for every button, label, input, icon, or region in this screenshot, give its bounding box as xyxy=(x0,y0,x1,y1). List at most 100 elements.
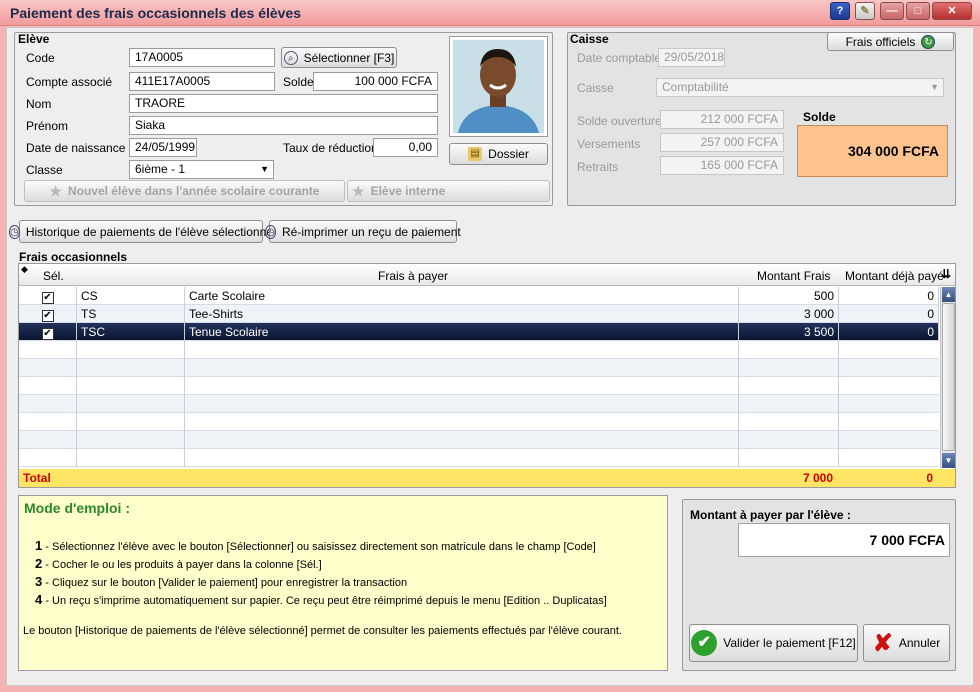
code-input[interactable]: 17A0005 xyxy=(129,48,275,67)
empty-row xyxy=(19,449,939,467)
naissance-label: Date de naissance xyxy=(26,141,126,155)
row-paye: 0 xyxy=(839,287,939,305)
row-checkbox[interactable]: ✔ xyxy=(41,328,54,340)
frais-officiels-button-label: Frais officiels xyxy=(845,34,916,49)
solde-display: 304 000 FCFA xyxy=(797,125,948,177)
versements-input: 257 000 FCFA xyxy=(660,133,784,152)
student-photo-image xyxy=(453,40,544,133)
total-montant: 7 000 xyxy=(802,471,833,485)
solde-input: 100 000 FCFA xyxy=(313,72,438,91)
grid-header: ◆ Sél. Frais à payer Montant Frais Monta… xyxy=(19,264,955,286)
taux-label: Taux de réduction xyxy=(283,141,378,155)
maximize-button[interactable]: □ xyxy=(906,2,930,20)
caisse-label: Caisse xyxy=(577,81,614,95)
nouvel-eleve-button-label: Nouvel élève dans l'année scolaire coura… xyxy=(67,184,320,198)
retraits-input: 165 000 FCFA xyxy=(660,156,784,175)
retraits-label: Retraits xyxy=(577,160,619,174)
reimprimer-button[interactable]: ◷ Ré-imprimer un reçu de paiement xyxy=(265,220,461,243)
valider-button[interactable]: ✔ Valider le paiement [F12] xyxy=(689,624,858,662)
solde-ouverture-label: Solde ouverture xyxy=(577,114,662,128)
star-icon: ★ xyxy=(352,182,365,199)
select-button-label: Sélectionner [F3] xyxy=(303,50,395,65)
solde-ouverture-input: 212 000 FCFA xyxy=(660,110,784,129)
frais-officiels-button[interactable]: Frais officiels ↻ xyxy=(827,32,954,51)
code-label: Code xyxy=(26,51,55,65)
historique-button-label: Historique de paiements de l'élève sélec… xyxy=(25,224,273,239)
caisse-value: Comptabilité xyxy=(662,80,729,94)
historique-button[interactable]: ◷ Historique de paiements de l'élève sél… xyxy=(9,220,273,243)
table-row-selected[interactable]: ✔ TSC Tenue Scolaire 3 500 0 xyxy=(19,323,939,341)
frais-section-title: Frais occasionnels xyxy=(19,250,128,264)
date-comptable-input: 29/05/2018 xyxy=(658,48,725,67)
classe-value: 6ième - 1 xyxy=(135,162,186,176)
history-icon: ◷ xyxy=(9,224,20,239)
scroll-thumb[interactable] xyxy=(942,303,955,451)
col-paye[interactable]: Montant déjà payé xyxy=(845,269,944,283)
caisse-group-title: Caisse xyxy=(570,32,609,46)
nom-label: Nom xyxy=(26,97,52,111)
col-frais[interactable]: Frais à payer xyxy=(378,269,448,283)
row-label: Tenue Scolaire xyxy=(185,323,739,341)
caisse-select: Comptabilité ▼ xyxy=(656,78,944,97)
grid-scrollbar[interactable]: ▲ ▼ xyxy=(940,287,955,468)
total-label: Total xyxy=(23,471,51,485)
taux-input[interactable]: 0,00 xyxy=(373,138,438,157)
versements-label: Versements xyxy=(577,137,641,151)
row-checkbox[interactable]: ✔ xyxy=(41,292,54,304)
student-photo xyxy=(449,36,548,137)
chevron-down-icon: ▼ xyxy=(930,82,939,92)
dossier-button[interactable]: ▤ Dossier xyxy=(449,143,548,165)
row-paye: 0 xyxy=(839,323,939,341)
scroll-up-icon[interactable]: ▲ xyxy=(942,287,955,302)
row-montant: 3 500 xyxy=(739,323,839,341)
annuler-button[interactable]: ✘ Annuler xyxy=(863,624,950,662)
help-footer: Le bouton [Historique de paiements de l'… xyxy=(23,625,622,637)
classe-select[interactable]: 6ième - 1 ▼ xyxy=(129,160,274,179)
eleve-interne-button[interactable]: ★ Elève interne xyxy=(347,180,550,202)
row-label: Carte Scolaire xyxy=(185,287,739,305)
print-icon: ◷ xyxy=(265,224,276,239)
row-paye: 0 xyxy=(839,305,939,323)
table-row[interactable]: ✔ TS Tee-Shirts 3 000 0 xyxy=(19,305,939,323)
table-row[interactable]: ✔ CS Carte Scolaire 500 0 xyxy=(19,287,939,305)
col-montant[interactable]: Montant Frais xyxy=(757,269,830,283)
row-code: TSC xyxy=(77,323,185,341)
montant-display: 7 000 FCFA xyxy=(738,523,950,557)
minimize-button[interactable]: — xyxy=(880,2,904,20)
dossier-button-label: Dossier xyxy=(488,147,529,161)
brush-icon[interactable]: ✎ xyxy=(855,2,875,20)
nom-input[interactable]: TRAORE xyxy=(129,94,438,113)
empty-row xyxy=(19,395,939,413)
empty-row xyxy=(19,359,939,377)
refresh-icon: ↻ xyxy=(921,34,936,49)
close-button[interactable]: ✕ xyxy=(932,2,972,20)
eleve-interne-button-label: Elève interne xyxy=(370,184,446,198)
col-sel[interactable]: Sél. xyxy=(43,269,64,283)
row-checkbox[interactable]: ✔ xyxy=(41,310,54,322)
valider-button-label: Valider le paiement [F12] xyxy=(723,636,856,650)
annuler-button-label: Annuler xyxy=(898,636,941,650)
nouvel-eleve-button[interactable]: ★ Nouvel élève dans l'année scolaire cou… xyxy=(24,180,345,202)
row-code: CS xyxy=(77,287,185,305)
row-montant: 3 000 xyxy=(739,305,839,323)
help-step: 2 - Cocher le ou les produits à payer da… xyxy=(35,556,322,571)
paiement-panel: Montant à payer par l'élève : 7 000 FCFA… xyxy=(682,499,956,671)
total-row: Total 7 000 0 xyxy=(19,469,955,487)
scroll-down-icon[interactable]: ▼ xyxy=(942,453,955,468)
cross-icon: ✘ xyxy=(872,629,893,657)
help-panel: Mode d'emploi : 1 - Sélectionnez l'élève… xyxy=(18,495,668,671)
chevron-down-icon: ▼ xyxy=(260,164,269,174)
compte-label: Compte associé xyxy=(26,75,113,89)
naissance-input[interactable]: 24/05/1999 xyxy=(129,138,197,157)
expand-columns-icon[interactable]: ⇊ xyxy=(941,267,951,281)
window-title: Paiement des frais occasionnels des élèv… xyxy=(10,5,302,21)
help-icon[interactable]: ? xyxy=(830,2,850,20)
prenom-input[interactable]: Siaka xyxy=(129,116,438,135)
select-button[interactable]: ⌕ Sélectionner [F3] xyxy=(281,47,397,68)
classe-label: Classe xyxy=(26,163,63,177)
compte-input[interactable]: 411E17A0005 xyxy=(129,72,275,91)
row-label: Tee-Shirts xyxy=(185,305,739,323)
date-comptable-label: Date comptable xyxy=(577,51,662,65)
star-icon: ★ xyxy=(49,182,62,199)
prenom-label: Prénom xyxy=(26,119,69,133)
